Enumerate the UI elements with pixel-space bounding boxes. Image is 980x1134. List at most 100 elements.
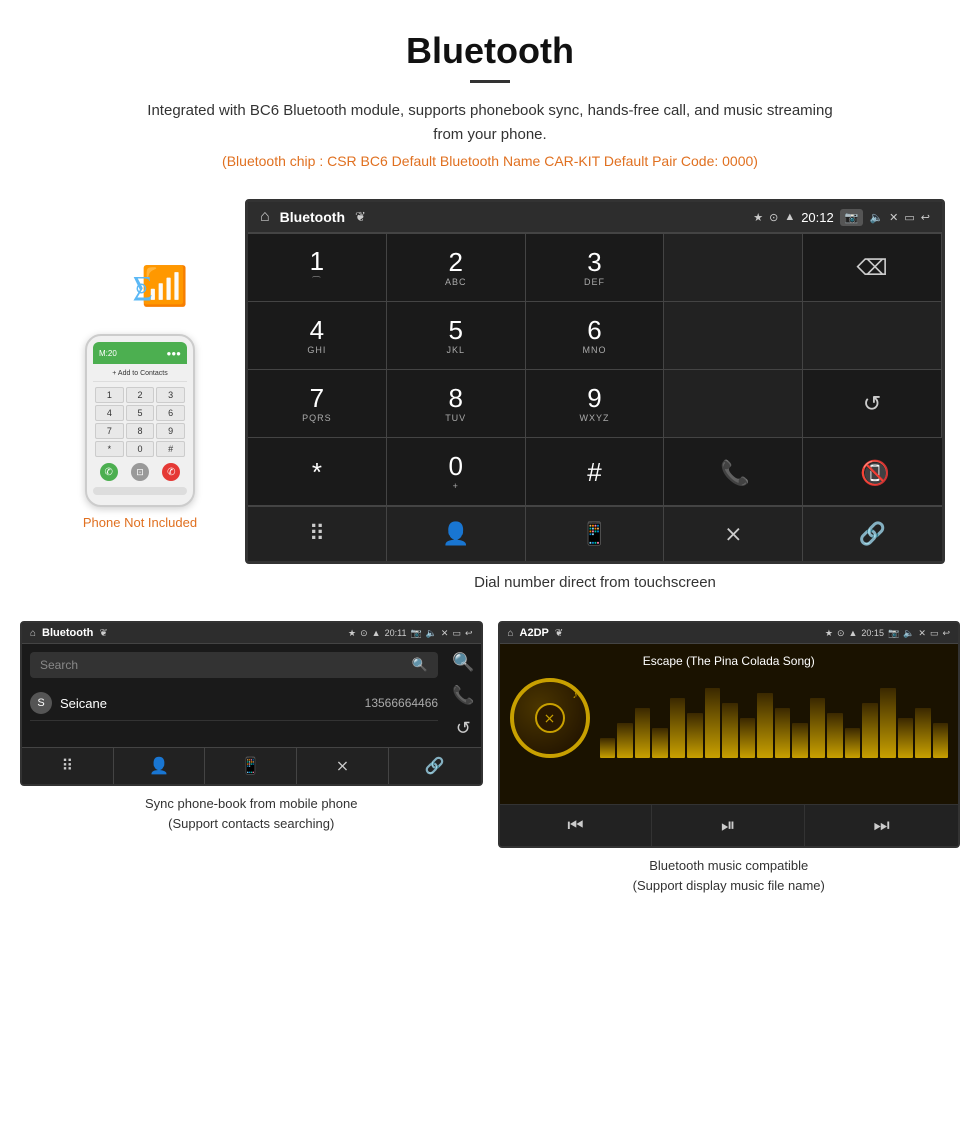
svg-text:📞: 📞 (720, 457, 748, 487)
ms-vol[interactable]: 🔈 (903, 628, 914, 639)
search-placeholder: Search (40, 658, 78, 672)
home-icon[interactable]: ⌂ (260, 208, 270, 226)
pb-refresh-icon[interactable]: ↺ (456, 718, 471, 739)
ms-win[interactable]: ▭ (930, 628, 939, 639)
next-track-button[interactable]: ⏭ (805, 805, 958, 846)
dial-key-1[interactable]: 1⁀ (248, 234, 387, 302)
phonebook-screen: ⌂ Bluetooth ❦ ★ ⊙ ▲ 20:11 📷 🔈 ✕ ▭ ↩ (20, 621, 483, 786)
dial-key-0[interactable]: 0+ (387, 438, 526, 506)
pb-cam[interactable]: 📷 (410, 628, 421, 639)
music-controls: ⏮ ⏯ ⏭ (500, 804, 959, 846)
ms-home-icon[interactable]: ⌂ (508, 628, 514, 639)
phonebook-screen-wrap: ⌂ Bluetooth ❦ ★ ⊙ ▲ 20:11 📷 🔈 ✕ ▭ ↩ (20, 621, 483, 895)
pb-back[interactable]: ↩ (465, 628, 473, 639)
toolbar-bluetooth-btn[interactable]: ⨯ (664, 507, 803, 561)
camera-button[interactable]: 📷 (840, 209, 864, 226)
dial-key-3[interactable]: 3DEF (526, 234, 665, 302)
dialpad-grid: 1⁀ 2ABC 3DEF ⌫ 4GHI 5JKL 6MNO (248, 233, 942, 506)
album-bluetooth-icon: ⨯ (544, 710, 556, 727)
dial-key-2[interactable]: 2ABC (387, 234, 526, 302)
contact-row[interactable]: S Seicane 13566664466 (30, 686, 438, 721)
back-icon[interactable]: ↩ (921, 211, 930, 224)
header-divider (470, 80, 510, 83)
bluetooth-signal-icon: 📶 ⨊ (133, 259, 188, 324)
pb-tb-dialpad[interactable]: ⠿ (22, 748, 114, 784)
album-art: ⨯ ♪ (510, 678, 590, 758)
phone-not-included-label: Phone Not Included (83, 515, 197, 530)
pb-tb-contacts[interactable]: 👤 (114, 748, 206, 784)
svg-text:⨊: ⨊ (133, 271, 152, 304)
dial-delete-key[interactable]: ⌫ (803, 234, 942, 302)
music-caption: Bluetooth music compatible (Support disp… (498, 856, 961, 895)
dial-call-button[interactable]: 📞 (664, 438, 803, 506)
close-icon[interactable]: ✕ (889, 211, 898, 224)
dial-key-star[interactable]: * (248, 438, 387, 506)
svg-text:📵: 📵 (860, 459, 888, 487)
play-pause-button[interactable]: ⏯ (652, 805, 805, 846)
pb-loc-icon: ⊙ (360, 628, 368, 639)
page-header: Bluetooth Integrated with BC6 Bluetooth … (0, 0, 980, 199)
specs-text: (Bluetooth chip : CSR BC6 Default Blueto… (20, 153, 960, 169)
large-screen-caption: Dial number direct from touchscreen (245, 574, 945, 591)
pb-close[interactable]: ✕ (441, 628, 449, 639)
music-visualizer (600, 678, 949, 758)
pb-vol[interactable]: 🔈 (426, 628, 437, 639)
toolbar-contacts-btn[interactable]: 👤 (387, 507, 526, 561)
dial-key-7[interactable]: 7PQRS (248, 370, 387, 438)
empty-1 (664, 302, 803, 370)
prev-track-button[interactable]: ⏮ (500, 805, 653, 846)
pb-search-icon[interactable]: 🔍 (452, 652, 474, 673)
phonebook-caption: Sync phone-book from mobile phone (Suppo… (20, 794, 483, 833)
pb-home-icon[interactable]: ⌂ (30, 628, 36, 639)
usb-icon: ❦ (355, 209, 366, 225)
pb-phone-icon[interactable]: 📞 (452, 685, 474, 706)
dial-key-5[interactable]: 5JKL (387, 302, 526, 370)
dial-display-area (664, 234, 803, 302)
pb-time: 20:11 (385, 628, 407, 638)
signal-icon: ▲ (784, 211, 795, 223)
bluetooth-icon: ★ (753, 211, 763, 224)
phonebook-bottom-bar: ⠿ 👤 📱 ⨯ 🔗 (22, 747, 481, 784)
ms-back[interactable]: ↩ (942, 628, 950, 639)
ms-close[interactable]: ✕ (918, 628, 926, 639)
pb-sig-icon: ▲ (372, 628, 381, 638)
dial-key-hash[interactable]: # (526, 438, 665, 506)
screen-title: Bluetooth (280, 209, 345, 225)
bottom-screens: ⌂ Bluetooth ❦ ★ ⊙ ▲ 20:11 📷 🔈 ✕ ▭ ↩ (0, 621, 980, 895)
empty-2 (803, 302, 942, 370)
phonebook-list: Search 🔍 S Seicane 13566664466 (22, 644, 446, 747)
toolbar-dialpad-btn[interactable]: ⠿ (248, 507, 387, 561)
window-icon[interactable]: ▭ (904, 211, 914, 224)
pb-bt-icon: ★ (348, 628, 356, 639)
search-icon[interactable]: 🔍 (412, 657, 428, 673)
dial-key-9[interactable]: 9WXYZ (526, 370, 665, 438)
dial-key-8[interactable]: 8TUV (387, 370, 526, 438)
status-bar: ⌂ Bluetooth ❦ ★ ⊙ ▲ 20:12 📷 🔈 ✕ ▭ ↩ (248, 202, 942, 233)
time-display: 20:12 (801, 210, 834, 225)
dial-refresh-key[interactable]: ↺ (803, 370, 942, 438)
pb-tb-recent[interactable]: 📱 (205, 748, 297, 784)
phonebook-status-bar: ⌂ Bluetooth ❦ ★ ⊙ ▲ 20:11 📷 🔈 ✕ ▭ ↩ (22, 623, 481, 644)
music-screen-wrap: ⌂ A2DP ❦ ★ ⊙ ▲ 20:15 📷 🔈 ✕ ▭ ↩ (498, 621, 961, 895)
dial-hangup-button[interactable]: 📵 (803, 438, 942, 506)
pb-tb-bluetooth[interactable]: ⨯ (297, 748, 389, 784)
ms-sig-icon: ▲ (849, 628, 858, 638)
toolbar-link-btn[interactable]: 🔗 (803, 507, 942, 561)
page-title: Bluetooth (20, 30, 960, 72)
dial-key-6[interactable]: 6MNO (526, 302, 665, 370)
empty-3 (664, 370, 803, 438)
car-screen: ⌂ Bluetooth ❦ ★ ⊙ ▲ 20:12 📷 🔈 ✕ ▭ ↩ (245, 199, 945, 564)
contact-name: Seicane (60, 696, 365, 711)
toolbar-recent-calls-btn[interactable]: 📱 (526, 507, 665, 561)
music-content: Escape (The Pina Colada Song) ⨯ ♪ (500, 644, 959, 804)
volume-icon[interactable]: 🔈 (869, 211, 883, 224)
pb-win[interactable]: ▭ (452, 628, 461, 639)
search-bar[interactable]: Search 🔍 (30, 652, 438, 678)
ms-cam[interactable]: 📷 (888, 628, 899, 639)
phone-mockup: M:20 ●●● + Add to Contacts 123 456 789 *… (85, 334, 195, 507)
ms-usb-icon: ❦ (555, 628, 563, 639)
dial-key-4[interactable]: 4GHI (248, 302, 387, 370)
song-title: Escape (The Pina Colada Song) (643, 654, 815, 668)
ms-bt-icon: ★ (825, 628, 833, 639)
pb-tb-link[interactable]: 🔗 (389, 748, 481, 784)
